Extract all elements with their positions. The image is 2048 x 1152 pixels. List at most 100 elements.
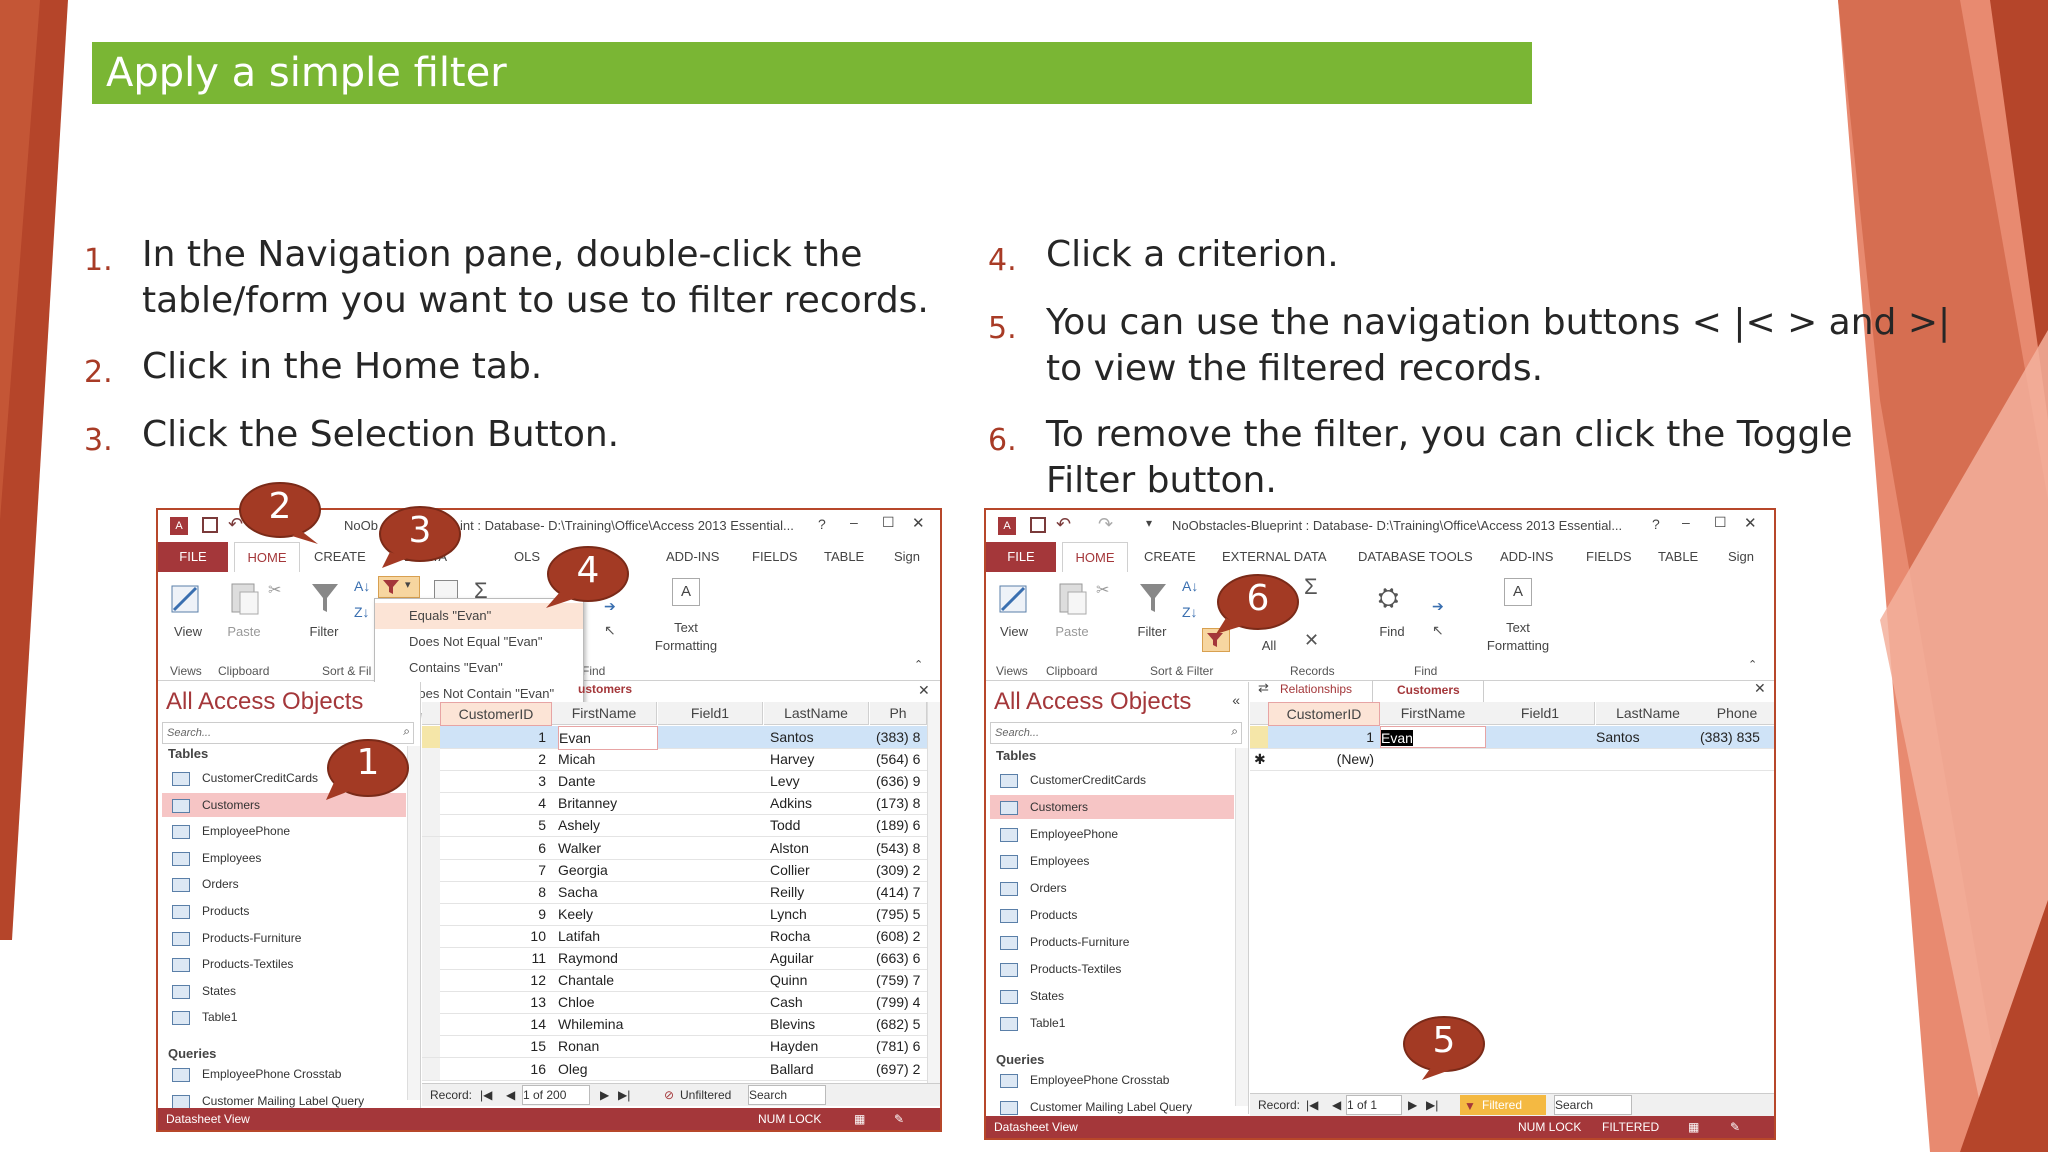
- binoculars-icon[interactable]: ⛭: [1378, 582, 1399, 614]
- minimize-icon[interactable]: –: [1682, 514, 1690, 530]
- nav-item[interactable]: Products: [990, 903, 1234, 927]
- cell-customer-id[interactable]: 16: [440, 1058, 546, 1080]
- table-row[interactable]: 13 Chloe Cash (799) 4: [422, 991, 940, 1015]
- filter-button-label[interactable]: Filter: [304, 624, 344, 639]
- tab-home[interactable]: HOME: [1062, 542, 1128, 573]
- cell-customer-id[interactable]: 3: [440, 770, 546, 792]
- save-icon[interactable]: [1030, 517, 1046, 533]
- table-row[interactable]: 1 Evan Santos (383) 8: [422, 726, 940, 750]
- filter-icon[interactable]: [308, 580, 342, 616]
- select-icon[interactable]: ↖: [1432, 622, 1444, 639]
- help-icon[interactable]: ?: [1652, 516, 1660, 532]
- undo-icon[interactable]: ↶: [1056, 514, 1071, 535]
- cell-first-name[interactable]: Chantale: [558, 969, 656, 991]
- table-row[interactable]: 15 Ronan Hayden (781) 6: [422, 1035, 940, 1059]
- cell-first-name[interactable]: Keely: [558, 903, 656, 925]
- record-search-input[interactable]: Search: [748, 1085, 826, 1105]
- cell-field1[interactable]: [664, 947, 762, 969]
- cell-first-name[interactable]: Georgia: [558, 859, 656, 881]
- totals-icon[interactable]: Σ: [1304, 574, 1318, 600]
- filter-button-label[interactable]: Filter: [1132, 624, 1172, 639]
- close-icon[interactable]: ✕: [912, 514, 925, 532]
- paste-button-label[interactable]: Paste: [224, 624, 264, 639]
- nav-item[interactable]: Table1: [990, 1011, 1234, 1035]
- cell-phone[interactable]: (383) 8: [876, 726, 926, 748]
- table-row[interactable]: 9 Keely Lynch (795) 5: [422, 902, 940, 926]
- cell-last-name[interactable]: Reilly: [770, 881, 868, 903]
- cell-first-name[interactable]: Raymond: [558, 947, 656, 969]
- table-row[interactable]: 4 Britanney Adkins (173) 8: [422, 792, 940, 816]
- table-row[interactable]: 2 Micah Harvey (564) 6: [422, 748, 940, 772]
- table-row[interactable]: 3 Dante Levy (636) 9: [422, 770, 940, 794]
- qat-dropdown-icon[interactable]: ▾: [1146, 516, 1152, 530]
- nav-item[interactable]: EmployeePhone: [990, 822, 1234, 846]
- last-record-icon[interactable]: ▶|: [618, 1084, 630, 1106]
- delete-icon[interactable]: ✕: [1304, 630, 1319, 651]
- table-row[interactable]: 5 Ashely Todd (189) 6: [422, 814, 940, 838]
- new-record-label[interactable]: (New): [1268, 748, 1378, 770]
- record-selector[interactable]: [422, 1035, 440, 1058]
- cell-last-name[interactable]: Cash: [770, 991, 868, 1013]
- tab-database-tools[interactable]: DATABASE TOOLS: [1358, 549, 1473, 564]
- cell-first-name[interactable]: Micah: [558, 748, 656, 770]
- cut-icon[interactable]: ✂: [1096, 580, 1109, 600]
- table-row[interactable]: 1 Evan Santos (383) 835: [1250, 726, 1774, 749]
- nav-section-tables[interactable]: Tables: [168, 746, 208, 761]
- cell-field1[interactable]: [664, 748, 762, 770]
- cell-field1[interactable]: [664, 969, 762, 991]
- nav-item[interactable]: Products-Furniture: [990, 930, 1234, 954]
- cell-last-name[interactable]: Blevins: [770, 1013, 868, 1035]
- cell-phone[interactable]: (173) 8: [876, 792, 926, 814]
- table-row[interactable]: 11 Raymond Aguilar (663) 6: [422, 947, 940, 970]
- text-label[interactable]: Text: [1480, 620, 1556, 635]
- view-button-label[interactable]: View: [994, 624, 1034, 639]
- nav-pane-header[interactable]: All Access Objects: [994, 688, 1191, 716]
- cell-phone[interactable]: (799) 4: [876, 991, 926, 1013]
- tab-add-ins[interactable]: ADD-INS: [1500, 549, 1553, 564]
- cell-field1[interactable]: [664, 881, 762, 903]
- cell-last-name[interactable]: Aguilar: [770, 947, 868, 969]
- column-header[interactable]: CustomerID: [1268, 702, 1380, 726]
- cell-customer-id[interactable]: 2: [440, 748, 546, 770]
- doc-tab-customers-active[interactable]: Customers: [1372, 680, 1484, 703]
- cell-phone[interactable]: (383) 835: [1700, 726, 1774, 748]
- cell-last-name[interactable]: Collier: [770, 859, 868, 881]
- nav-item[interactable]: Products-Textiles: [162, 952, 406, 976]
- goto-icon[interactable]: ➔: [1432, 598, 1444, 615]
- table-row[interactable]: 6 Walker Alston (543) 8: [422, 836, 940, 860]
- record-selector[interactable]: [422, 748, 440, 771]
- cell-last-name[interactable]: Santos: [1596, 726, 1700, 748]
- cell-field1[interactable]: [664, 792, 762, 814]
- cell-field1[interactable]: [664, 726, 762, 748]
- next-record-icon[interactable]: ▶: [600, 1084, 609, 1106]
- cell-phone[interactable]: (189) 6: [876, 814, 926, 836]
- first-record-icon[interactable]: |◀: [1306, 1094, 1318, 1116]
- select-icon[interactable]: ↖: [604, 622, 616, 639]
- table-row[interactable]: 8 Sacha Reilly (414) 7: [422, 880, 940, 904]
- sign-in-link[interactable]: Sign: [894, 549, 920, 564]
- cell-customer-id[interactable]: 1: [1268, 726, 1378, 748]
- formatting-label[interactable]: Formatting: [1476, 638, 1560, 653]
- cell-first-name[interactable]: Whilemina: [558, 1013, 656, 1035]
- record-selector[interactable]: [1250, 726, 1268, 748]
- cell-phone[interactable]: (663) 6: [876, 947, 926, 969]
- new-record-row[interactable]: ✱ (New): [1250, 748, 1774, 771]
- collapse-ribbon-icon[interactable]: ⌃: [914, 658, 923, 671]
- record-position-input[interactable]: 1 of 1: [1346, 1095, 1402, 1115]
- next-record-icon[interactable]: ▶: [1408, 1094, 1417, 1116]
- text-label[interactable]: Text: [648, 620, 724, 635]
- cell-phone[interactable]: (781) 6: [876, 1035, 926, 1057]
- prev-record-icon[interactable]: ◀: [506, 1084, 515, 1106]
- cell-first-name[interactable]: Oleg: [558, 1058, 656, 1080]
- column-header[interactable]: Field1: [658, 702, 763, 725]
- cell-last-name[interactable]: Hayden: [770, 1035, 868, 1057]
- cell-customer-id[interactable]: 15: [440, 1035, 546, 1057]
- view-button-label[interactable]: View: [168, 624, 208, 639]
- table-row[interactable]: 10 Latifah Rocha (608) 2: [422, 924, 940, 948]
- filter-icon[interactable]: [1136, 580, 1170, 616]
- refresh-all-label[interactable]: All: [1254, 638, 1284, 653]
- cell-first-name[interactable]: Ronan: [558, 1035, 656, 1057]
- text-formatting-icon[interactable]: A: [672, 578, 700, 606]
- record-selector[interactable]: [422, 969, 440, 992]
- sort-ascending-icon[interactable]: A↓: [354, 578, 370, 594]
